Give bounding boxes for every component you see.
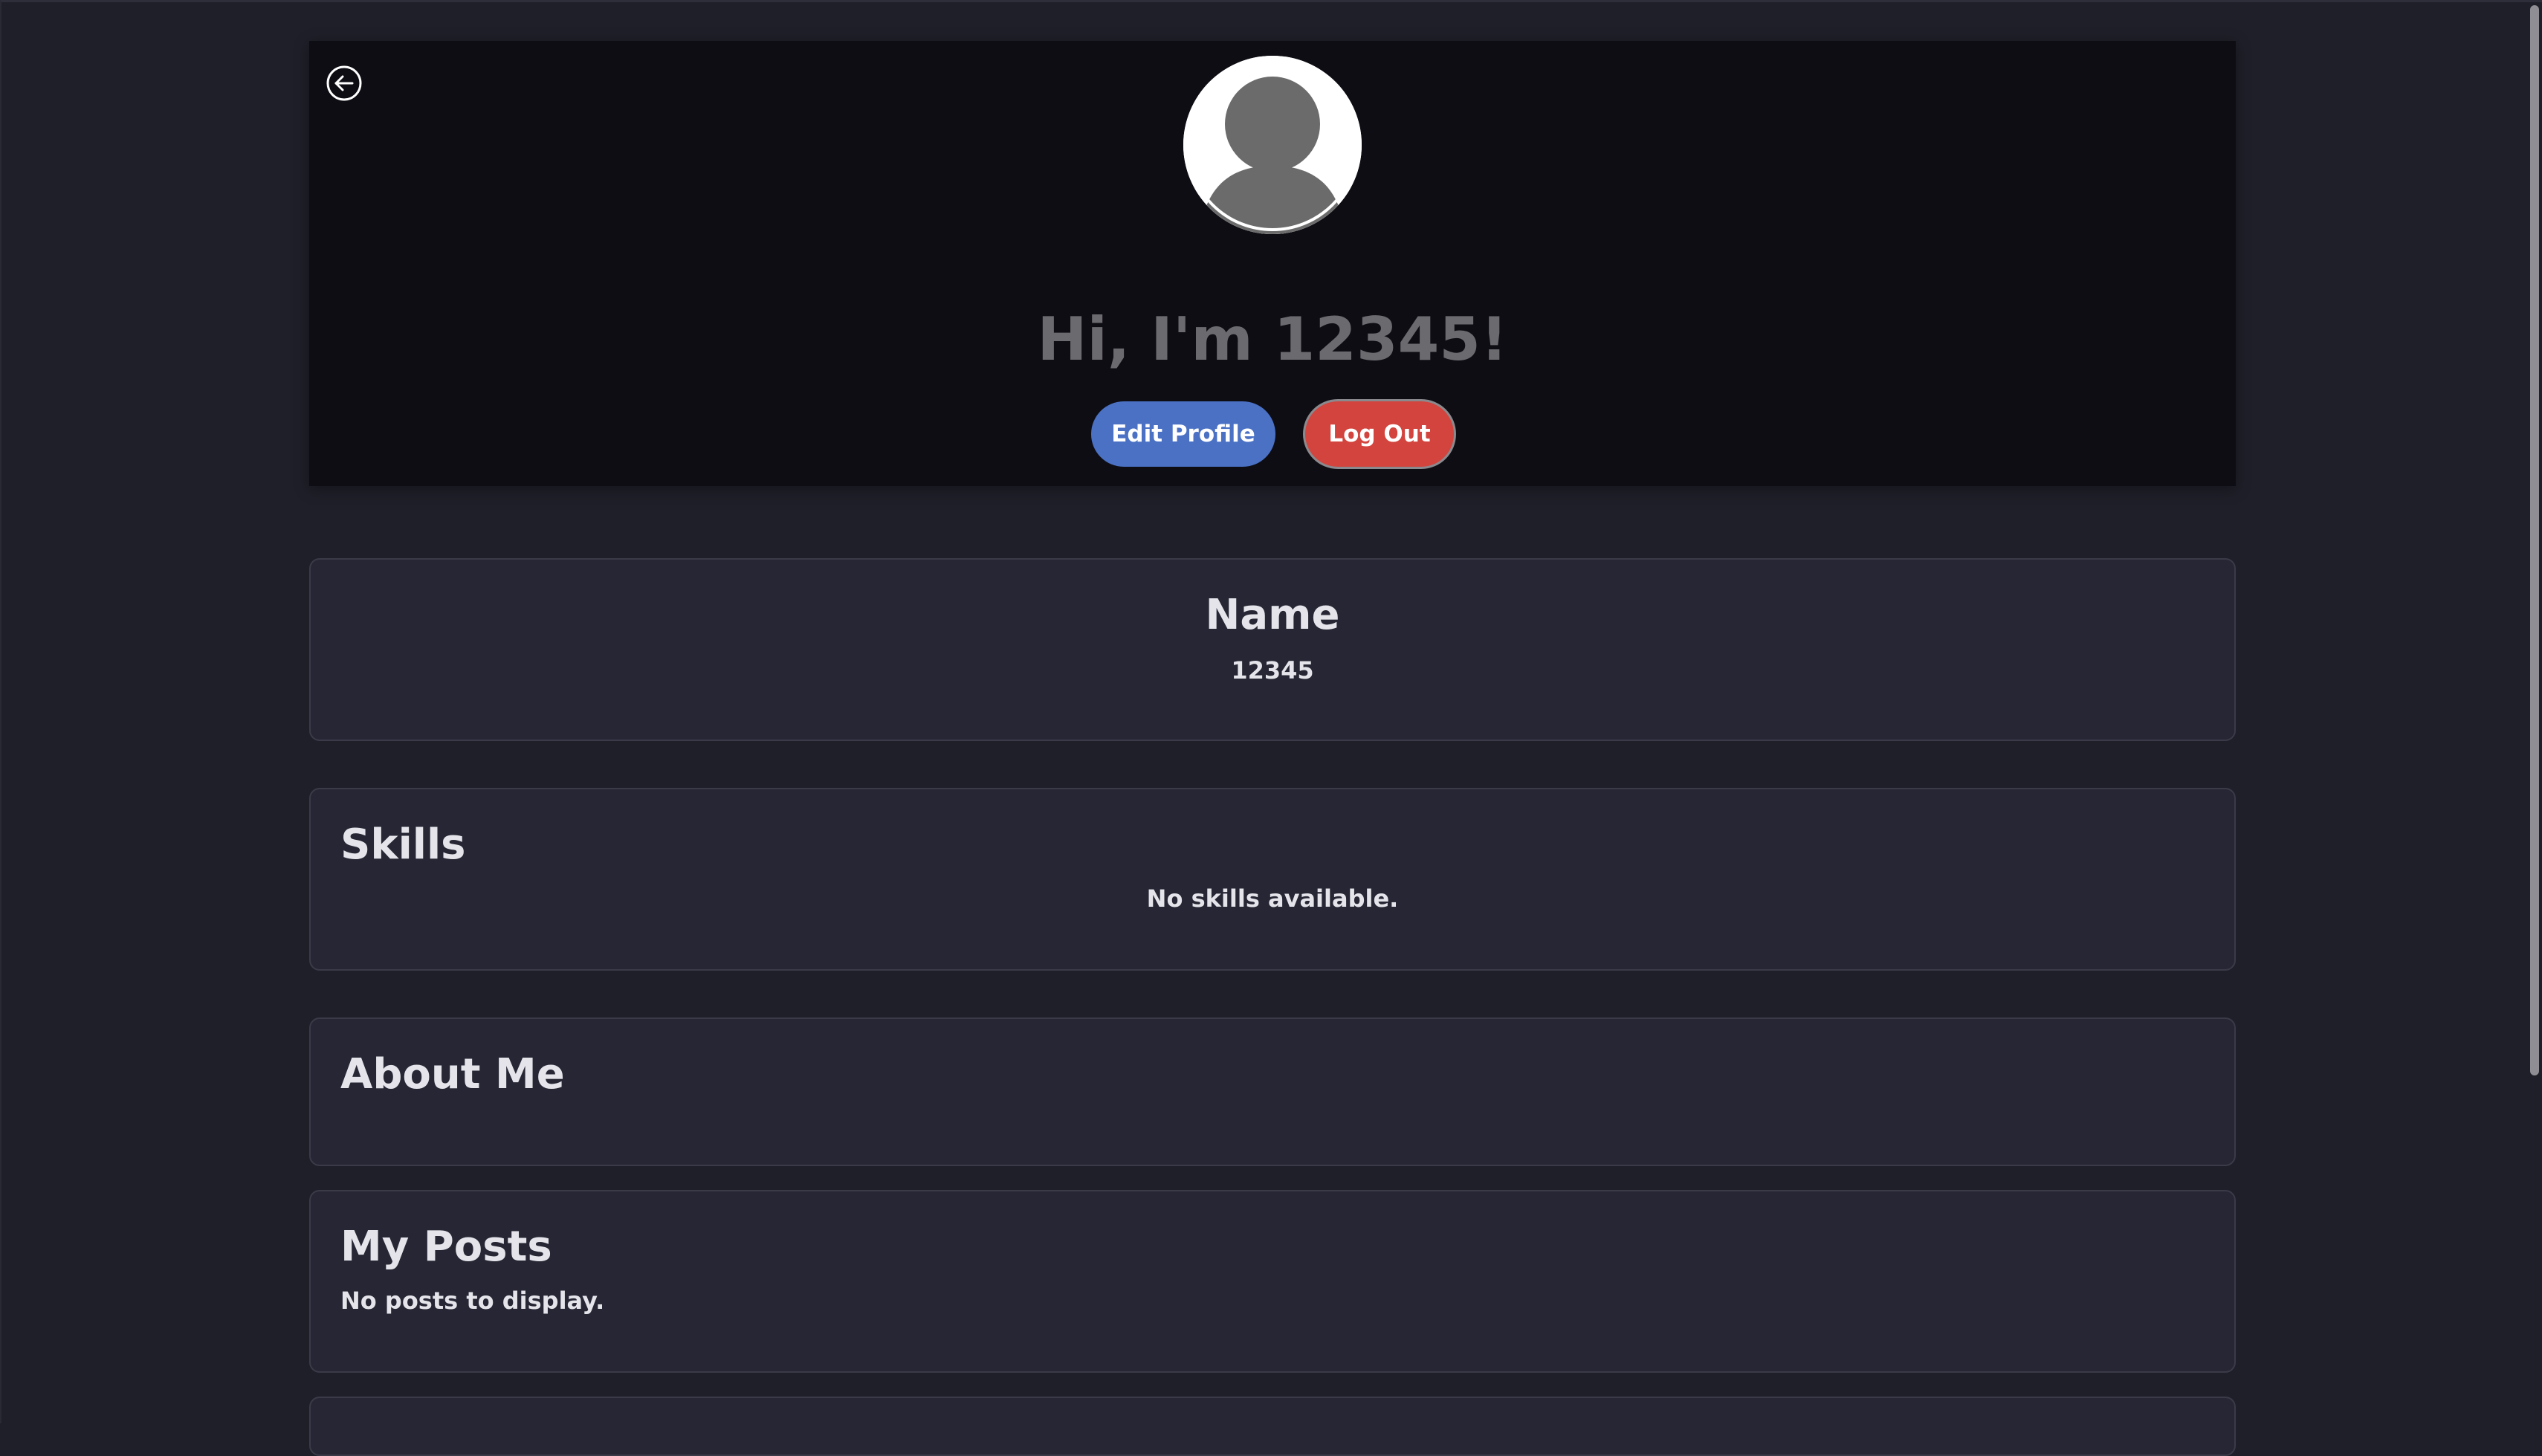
log-out-button[interactable]: Log Out <box>1305 401 1454 467</box>
avatar <box>1183 56 1362 234</box>
next-card <box>309 1397 2236 1456</box>
name-card: Name 12345 <box>309 558 2236 741</box>
arrow-left-circle-icon <box>326 65 362 101</box>
about-me-card-title: About Me <box>340 1050 565 1099</box>
profile-header: Hi, I'm 12345! Edit Profile Log Out <box>309 41 2236 486</box>
default-user-avatar-icon <box>1183 56 1362 234</box>
profile-greeting: Hi, I'm 12345! <box>1037 305 1508 374</box>
name-value: 12345 <box>1231 656 1314 685</box>
profile-page: Hi, I'm 12345! Edit Profile Log Out Name… <box>0 0 2542 1456</box>
vertical-scrollbar[interactable] <box>2529 2 2542 1426</box>
back-arrow-icon[interactable] <box>326 65 363 102</box>
posts-empty-text: No posts to display. <box>340 1287 605 1315</box>
about-me-card: About Me <box>309 1017 2236 1166</box>
skills-card-title: Skills <box>340 821 466 869</box>
profile-actions: Edit Profile Log Out <box>309 401 2236 467</box>
scrollbar-thumb[interactable] <box>2530 5 2539 1075</box>
skills-card: Skills No skills available. <box>309 788 2236 971</box>
edit-profile-button[interactable]: Edit Profile <box>1091 401 1275 467</box>
name-card-title: Name <box>1205 591 1340 639</box>
my-posts-card: My Posts No posts to display. <box>309 1190 2236 1373</box>
my-posts-card-title: My Posts <box>340 1223 552 1271</box>
skills-empty-text: No skills available. <box>1146 884 1399 913</box>
